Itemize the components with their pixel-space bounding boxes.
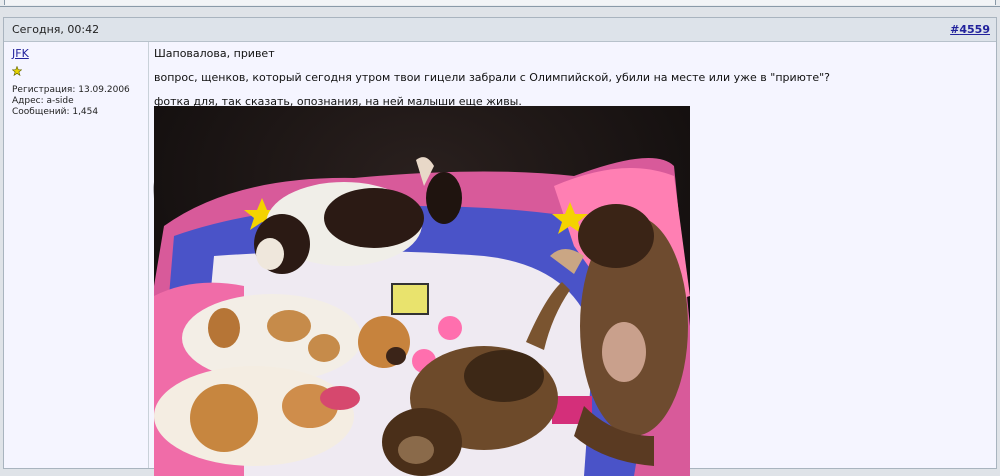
post-date: Сегодня, 00:42 (12, 23, 100, 36)
star-icon (12, 66, 22, 76)
post-number-hash: # (950, 23, 960, 36)
user-address: Адрес: a-side (12, 96, 74, 106)
user-stats: Регистрация: 13.09.2006 Адрес: a-side Со… (12, 85, 130, 118)
message-question: вопрос, щенков, который сегодня утром тв… (154, 71, 830, 84)
top-strip (0, 0, 1000, 7)
username-link[interactable]: JFK (12, 47, 29, 60)
puppies-photo[interactable] (154, 106, 690, 476)
forum-post: Сегодня, 00:42 #4559 JFK Регистрация: 13… (3, 17, 997, 476)
post-header: Сегодня, 00:42 #4559 (4, 18, 996, 42)
user-messages-count: Сообщений: 1,454 (12, 107, 99, 117)
message-body: Шаповалова, привет вопрос, щенков, котор… (154, 42, 996, 476)
post-number-value: 4559 (959, 23, 990, 36)
user-registration: Регистрация: 13.09.2006 (12, 85, 130, 95)
user-info-column: JFK Регистрация: 13.09.2006 Адрес: a-sid… (4, 42, 149, 468)
post-number-link[interactable]: #4559 (950, 23, 990, 36)
puppies-photo-image (154, 106, 690, 476)
message-greeting: Шаповалова, привет (154, 47, 275, 60)
